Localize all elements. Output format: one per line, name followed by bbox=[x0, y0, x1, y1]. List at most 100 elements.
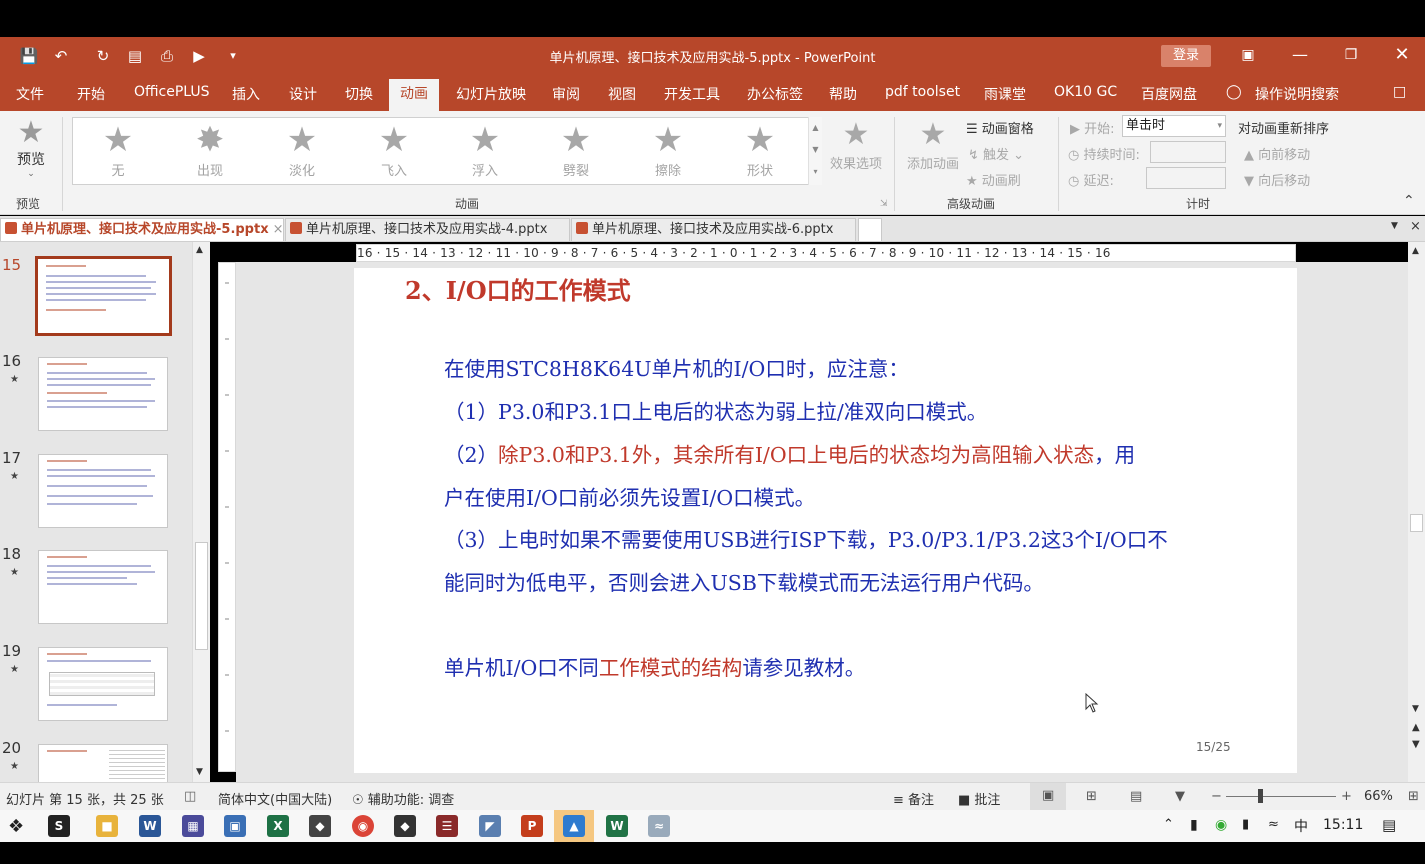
slide-text-line[interactable]: 户在使用I/O口前必须先设置I/O口模式。 bbox=[444, 481, 815, 511]
tab-view[interactable]: 视图 bbox=[608, 84, 636, 104]
minimize-icon[interactable]: — bbox=[1286, 43, 1314, 67]
scrollbar-thumb[interactable] bbox=[195, 542, 208, 650]
powerpoint-icon[interactable]: P bbox=[521, 815, 543, 837]
tab-slideshow[interactable]: 幻灯片放映 bbox=[456, 84, 526, 104]
chrome-icon[interactable]: ◉ bbox=[352, 815, 374, 837]
scroll-down-icon[interactable]: ▼ bbox=[196, 767, 203, 777]
previous-slide-icon[interactable]: ▲ bbox=[1412, 722, 1420, 733]
app-icon[interactable]: ◤ bbox=[479, 815, 501, 837]
zoom-slider-thumb[interactable] bbox=[1258, 789, 1263, 803]
zoom-out-icon[interactable]: − bbox=[1211, 789, 1222, 804]
word-icon[interactable]: W bbox=[139, 815, 161, 837]
tab-design[interactable]: 设计 bbox=[289, 84, 317, 104]
slideshow-view-icon[interactable]: ▼ bbox=[1175, 789, 1185, 804]
thumbnail-scrollbar[interactable]: ▲ ▼ bbox=[192, 242, 210, 782]
tab-list-icon[interactable]: ▼ bbox=[1391, 221, 1398, 231]
app-icon[interactable]: ◆ bbox=[394, 815, 416, 837]
tab-officeplus[interactable]: OfficePLUS bbox=[134, 84, 210, 104]
app-icon[interactable]: ≈ bbox=[648, 815, 670, 837]
effect-options-button[interactable]: ★ 效果选项 bbox=[826, 117, 886, 172]
tab-home[interactable]: 开始 bbox=[77, 84, 105, 104]
slide-thumbnail-15[interactable] bbox=[35, 256, 172, 336]
tab-transitions[interactable]: 切换 bbox=[345, 84, 373, 104]
slide-text-line[interactable]: 能同时为低电平，否则会进入USB下载模式而无法运行用户代码。 bbox=[444, 566, 1044, 596]
scroll-up-icon[interactable]: ▲ bbox=[809, 117, 822, 139]
notes-button[interactable]: ≡ 备注 bbox=[893, 789, 934, 808]
delay-spinner[interactable] bbox=[1146, 167, 1226, 189]
scroll-down-icon[interactable]: ▼ bbox=[1412, 704, 1419, 714]
tab-pdf-toolset[interactable]: pdf toolset bbox=[885, 84, 960, 104]
editor-scrollbar[interactable]: ▲ ▼ ▲ ▼ bbox=[1408, 242, 1425, 782]
zoom-slider[interactable] bbox=[1226, 796, 1336, 797]
tell-me-search[interactable]: 操作说明搜索 bbox=[1255, 84, 1339, 104]
animation-appear[interactable]: ✸ 出现 bbox=[175, 120, 245, 184]
duration-spinner[interactable] bbox=[1150, 141, 1226, 163]
zoom-in-icon[interactable]: + bbox=[1341, 789, 1352, 804]
tab-close-icon[interactable]: × bbox=[273, 222, 284, 237]
animation-wipe[interactable]: ★ 擦除 bbox=[633, 120, 703, 184]
windows-start-icon[interactable]: ❖ bbox=[8, 816, 24, 837]
login-button[interactable]: 登录 bbox=[1161, 45, 1211, 67]
close-all-icon[interactable]: × bbox=[1410, 219, 1421, 234]
notification-icon[interactable]: ▤ bbox=[1382, 816, 1396, 834]
dialog-launcher-icon[interactable]: ⇲ bbox=[880, 199, 888, 209]
slide-text-line[interactable]: （3）上电时如果不需要使用USB进行ISP下载，P3.0/P3.1/P3.2这3… bbox=[444, 523, 1168, 553]
slide-text-line[interactable]: （2）除P3.0和P3.1外，其余所有I/O口上电后的状态均为高阻输入状态，用 bbox=[444, 438, 1135, 468]
animation-pane-button[interactable]: ☰ 动画窗格 bbox=[966, 118, 1034, 137]
slide-text-line[interactable]: （1）P3.0和P3.1口上电后的状态为弱上拉/准双向口模式。 bbox=[444, 395, 987, 425]
move-later-button[interactable]: ▼ 向后移动 bbox=[1244, 170, 1310, 189]
slide-sorter-icon[interactable]: ⊞ bbox=[1086, 789, 1097, 804]
animation-float-in[interactable]: ★ 浮入 bbox=[450, 120, 520, 184]
slide-title[interactable]: 2、I/O口的工作模式 bbox=[405, 271, 631, 306]
animation-none[interactable]: ★ 无 bbox=[83, 120, 153, 184]
slide-text-line[interactable]: 单片机I/O口不同工作模式的结构请参见教材。 bbox=[444, 651, 865, 681]
battery-icon[interactable]: ▮ bbox=[1242, 817, 1249, 832]
comments-icon[interactable]: □ bbox=[1393, 84, 1406, 104]
wifi-icon[interactable]: ≈ bbox=[1268, 817, 1279, 832]
tab-file[interactable]: 文件 bbox=[16, 84, 44, 104]
app-icon[interactable]: W bbox=[606, 815, 628, 837]
input-method-icon[interactable]: 中 bbox=[1294, 816, 1308, 836]
animation-painter-button[interactable]: ★ 动画刷 bbox=[966, 170, 1021, 189]
tab-help[interactable]: 帮助 bbox=[829, 84, 857, 104]
new-tab-button[interactable] bbox=[858, 218, 882, 241]
slide-text-line[interactable]: 在使用STC8H8K64U单片机的I/O口时，应注意： bbox=[444, 352, 909, 382]
gallery-more-icon[interactable]: ▾ bbox=[809, 161, 822, 183]
scroll-up-icon[interactable]: ▲ bbox=[196, 245, 203, 255]
tray-app-icon[interactable]: ◉ bbox=[1215, 817, 1227, 833]
scrollbar-thumb[interactable] bbox=[1410, 514, 1423, 532]
app-icon[interactable]: S bbox=[48, 815, 70, 837]
tab-ok10gc[interactable]: OK10 GC bbox=[1054, 84, 1117, 104]
normal-view-button[interactable]: ▣ bbox=[1030, 783, 1066, 810]
app-icon[interactable]: ▣ bbox=[224, 815, 246, 837]
collapse-ribbon-icon[interactable]: ⌃ bbox=[1403, 193, 1415, 209]
chevron-up-icon[interactable]: ⌃ bbox=[1163, 817, 1174, 832]
comments-button[interactable]: ■ 批注 bbox=[958, 789, 1000, 808]
preview-button[interactable]: ★ 预览 ⌄ bbox=[8, 117, 54, 180]
slide-thumbnail-20[interactable] bbox=[38, 744, 168, 782]
doc-tab-4[interactable]: 单片机原理、接口技术及应用实战-4.pptx bbox=[285, 218, 570, 241]
slide-thumbnail-16[interactable] bbox=[38, 357, 168, 431]
animation-fly-in[interactable]: ★ 飞入 bbox=[359, 120, 429, 184]
tab-rain-classroom[interactable]: 雨课堂 bbox=[984, 84, 1026, 104]
tab-insert[interactable]: 插入 bbox=[232, 84, 260, 104]
slide-thumbnail-17[interactable] bbox=[38, 454, 168, 528]
start-select[interactable]: 单击时 ▾ bbox=[1122, 115, 1226, 137]
scroll-up-icon[interactable]: ▲ bbox=[1412, 246, 1419, 256]
doc-tab-5[interactable]: 单片机原理、接口技术及应用实战-5.pptx × bbox=[0, 218, 284, 241]
ribbon-display-icon[interactable]: ▣ bbox=[1234, 43, 1262, 67]
app-icon[interactable]: ☰ bbox=[436, 815, 458, 837]
accessibility-status[interactable]: ☉ 辅助功能: 调查 bbox=[352, 789, 454, 808]
tab-office-tabs[interactable]: 办公标签 bbox=[747, 84, 803, 104]
move-earlier-button[interactable]: ▲ 向前移动 bbox=[1244, 144, 1310, 163]
spelling-icon[interactable]: ◫ bbox=[184, 789, 196, 804]
tab-baidu-netdisk[interactable]: 百度网盘 bbox=[1141, 84, 1197, 104]
tab-review[interactable]: 审阅 bbox=[552, 84, 580, 104]
slide-thumbnail-19[interactable] bbox=[38, 647, 168, 721]
doc-tab-6[interactable]: 单片机原理、接口技术及应用实战-6.pptx bbox=[571, 218, 856, 241]
app-icon[interactable]: ◆ bbox=[309, 815, 331, 837]
tab-animations[interactable]: 动画 bbox=[389, 79, 439, 111]
animation-fade[interactable]: ★ 淡化 bbox=[267, 120, 337, 184]
clock[interactable]: 15:11 bbox=[1323, 817, 1363, 833]
file-explorer-icon[interactable]: ■ bbox=[96, 815, 118, 837]
